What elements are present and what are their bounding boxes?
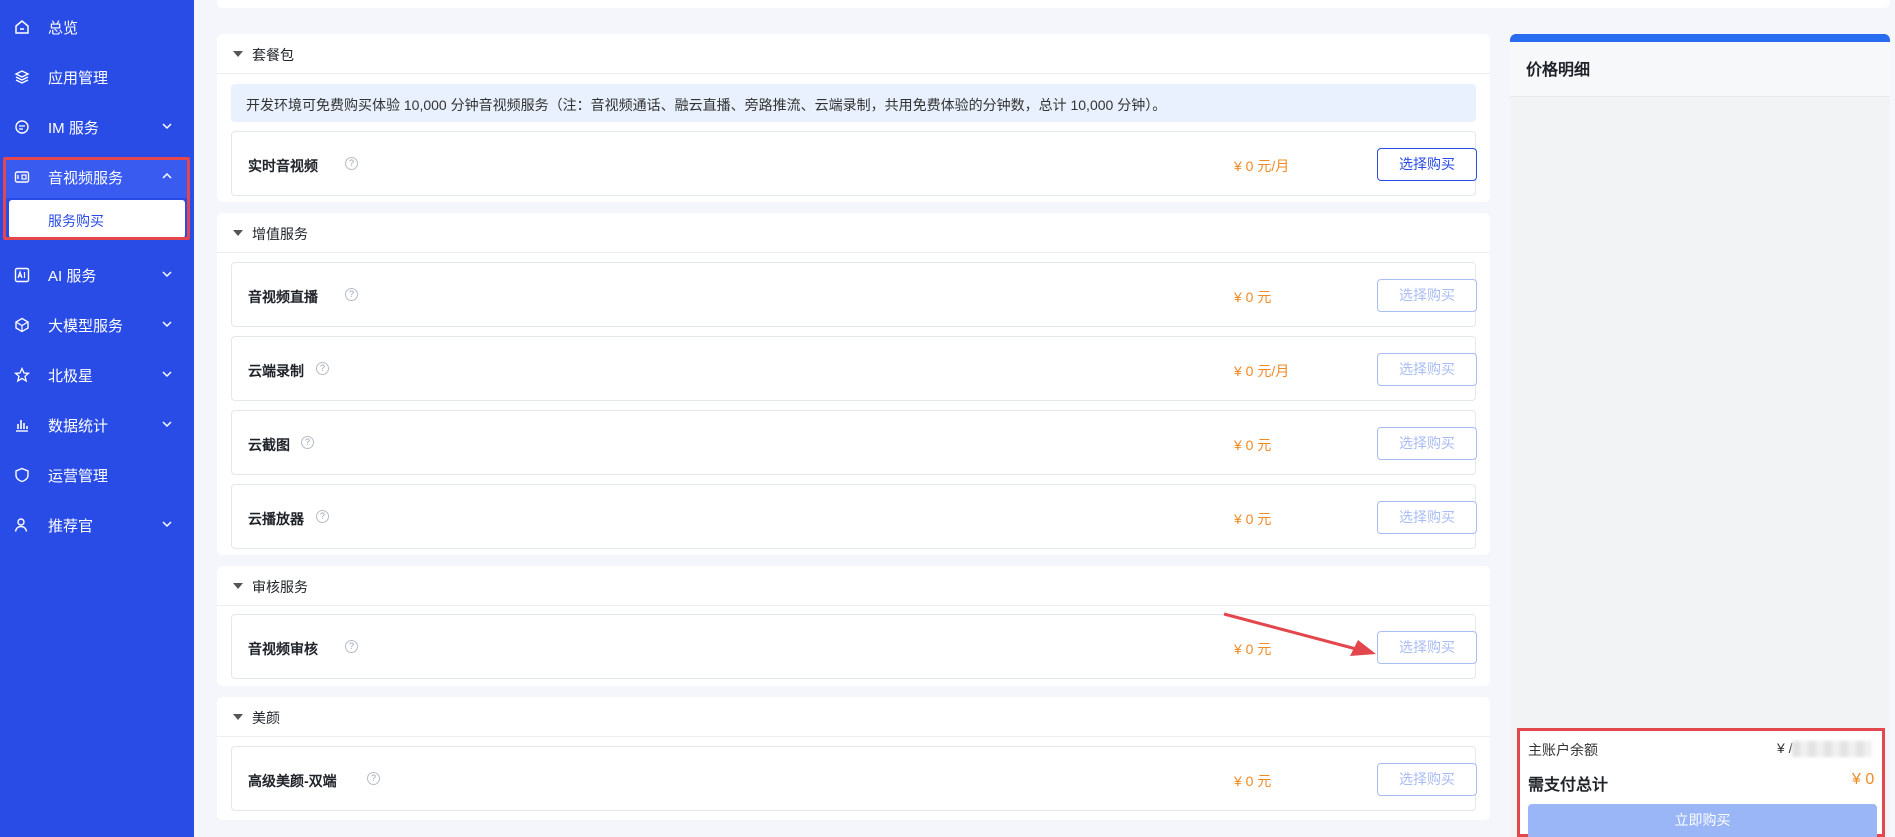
section-title: 套餐包 (252, 47, 294, 63)
select-purchase-button[interactable]: 选择购买 (1377, 279, 1477, 312)
service-name: 实时音视频 (248, 158, 318, 174)
chevron-down-icon (160, 367, 174, 381)
service-price: ¥ 0 元 (1234, 511, 1272, 527)
service-price: ¥ 0 元 (1234, 289, 1272, 305)
sidebar-item-label: IM 服务 (48, 120, 99, 137)
bar-chart-icon (13, 416, 31, 434)
chevron-down-icon (160, 317, 174, 331)
sidebar-item-label: 数据统计 (48, 418, 109, 435)
redacted-balance (1792, 741, 1872, 757)
sidebar-item-app-management[interactable]: 应用管理 (0, 56, 194, 96)
price-detail-panel: 价格明细 (1510, 34, 1890, 837)
list-item: 云截图 ? ¥ 0 元 选择购买 (231, 410, 1477, 475)
help-icon[interactable]: ? (316, 510, 329, 523)
service-price: ¥ 0 元 (1234, 437, 1272, 453)
sidebar-item-im-service[interactable]: IM 服务 (0, 106, 194, 146)
total-label: 需支付总计 (1528, 777, 1609, 794)
select-purchase-button[interactable]: 选择购买 (1377, 763, 1477, 796)
list-item: 云端录制 ? ¥ 0 元/月 选择购买 (231, 336, 1477, 401)
section-header[interactable]: 套餐包 (217, 34, 1490, 74)
section-beauty: 美颜 高级美颜-双端 ? ¥ 0 元 选择购买 (217, 697, 1490, 820)
help-icon[interactable]: ? (301, 436, 314, 449)
section-title: 审核服务 (252, 579, 308, 595)
section-header[interactable]: 美颜 (217, 697, 1490, 737)
section-package: 套餐包 开发环境可免费购买体验 10,000 分钟音视频服务（注：音视频通话、融… (217, 34, 1490, 202)
sidebar-item-label: 运营管理 (48, 468, 109, 485)
help-icon[interactable]: ? (345, 640, 358, 653)
sidebar-item-llm-service[interactable]: 大模型服务 (0, 304, 194, 344)
list-item: 高级美颜-双端 ? ¥ 0 元 选择购买 (231, 746, 1477, 811)
sidebar-item-label: AI 服务 (48, 268, 97, 285)
service-price: ¥ 0 元/月 (1234, 158, 1290, 174)
chevron-down-icon (160, 417, 174, 431)
sidebar: 总览 应用管理 IM 服务 音视频服务 服务购买 AI 服务 大模型服务 北极星… (0, 0, 194, 837)
layers-icon (13, 68, 31, 86)
star-icon (13, 366, 31, 384)
help-icon[interactable]: ? (345, 288, 358, 301)
chevron-down-icon (160, 517, 174, 531)
balance-value: ¥ / (1777, 740, 1793, 756)
user-icon (13, 516, 31, 534)
panel-header: 价格明细 (1510, 42, 1890, 97)
help-icon[interactable]: ? (367, 772, 380, 785)
sidebar-item-label: 推荐官 (48, 518, 94, 535)
cube-icon (13, 316, 31, 334)
chevron-down-icon (160, 119, 174, 133)
annotation-arrow-icon (1223, 612, 1376, 656)
sidebar-item-ai-service[interactable]: AI 服务 (0, 254, 194, 294)
section-title: 增值服务 (252, 226, 308, 242)
list-item: 实时音视频 ? ¥ 0 元/月 选择购买 (231, 131, 1477, 196)
chevron-down-icon (160, 267, 174, 281)
service-name: 音视频审核 (248, 641, 318, 657)
sidebar-item-label: 北极星 (48, 368, 94, 385)
ai-icon (13, 266, 31, 284)
sidebar-item-polaris[interactable]: 北极星 (0, 354, 194, 394)
service-name: 音视频直播 (248, 289, 318, 305)
annotation-highlight-box (3, 157, 190, 240)
select-purchase-button[interactable]: 选择购买 (1377, 631, 1477, 664)
caret-down-icon (233, 230, 243, 236)
sidebar-item-statistics[interactable]: 数据统计 (0, 404, 194, 444)
shield-icon (13, 466, 31, 484)
list-item: 云播放器 ? ¥ 0 元 选择购买 (231, 484, 1477, 549)
select-purchase-button[interactable]: 选择购买 (1377, 148, 1477, 181)
chat-icon (13, 118, 31, 136)
service-price: ¥ 0 元 (1234, 773, 1272, 789)
help-icon[interactable]: ? (345, 157, 358, 170)
sidebar-item-operations[interactable]: 运营管理 (0, 454, 194, 494)
home-icon (13, 18, 31, 36)
service-name: 云端录制 (248, 363, 304, 379)
service-name: 云截图 (248, 437, 290, 453)
service-name: 高级美颜-双端 (248, 773, 337, 789)
section-title: 美颜 (252, 710, 280, 726)
payment-summary: 主账户余额 ¥ / 需支付总计 ¥ 0 立即购买 (1517, 728, 1885, 837)
sidebar-item-overview[interactable]: 总览 (0, 6, 194, 46)
panel-title: 价格明细 (1526, 62, 1591, 79)
notice-text: 开发环境可免费购买体验 10,000 分钟音视频服务（注：音视频通话、融云直播、… (246, 97, 1167, 113)
sidebar-item-label: 大模型服务 (48, 318, 124, 335)
top-card (217, 0, 1890, 8)
section-header[interactable]: 增值服务 (217, 213, 1490, 253)
caret-down-icon (233, 714, 243, 720)
help-icon[interactable]: ? (316, 362, 329, 375)
caret-down-icon (233, 51, 243, 57)
buy-now-button[interactable]: 立即购买 (1528, 804, 1877, 837)
list-item: 音视频直播 ? ¥ 0 元 选择购买 (231, 262, 1477, 327)
select-purchase-button[interactable]: 选择购买 (1377, 427, 1477, 460)
select-purchase-button[interactable]: 选择购买 (1377, 353, 1477, 386)
sidebar-item-recommender[interactable]: 推荐官 (0, 504, 194, 544)
service-price: ¥ 0 元/月 (1234, 363, 1290, 379)
section-header[interactable]: 审核服务 (217, 566, 1490, 606)
sidebar-item-label: 应用管理 (48, 70, 109, 87)
caret-down-icon (233, 583, 243, 589)
sidebar-item-label: 总览 (48, 20, 79, 37)
free-trial-notice: 开发环境可免费购买体验 10,000 分钟音视频服务（注：音视频通话、融云直播、… (231, 84, 1476, 122)
select-purchase-button[interactable]: 选择购买 (1377, 501, 1477, 534)
section-value-added: 增值服务 音视频直播 ? ¥ 0 元 选择购买 云端录制 ? ¥ 0 元/月 选… (217, 213, 1490, 555)
balance-label: 主账户余额 (1528, 742, 1598, 758)
total-value: ¥ 0 (1852, 771, 1875, 788)
service-name: 云播放器 (248, 511, 304, 527)
